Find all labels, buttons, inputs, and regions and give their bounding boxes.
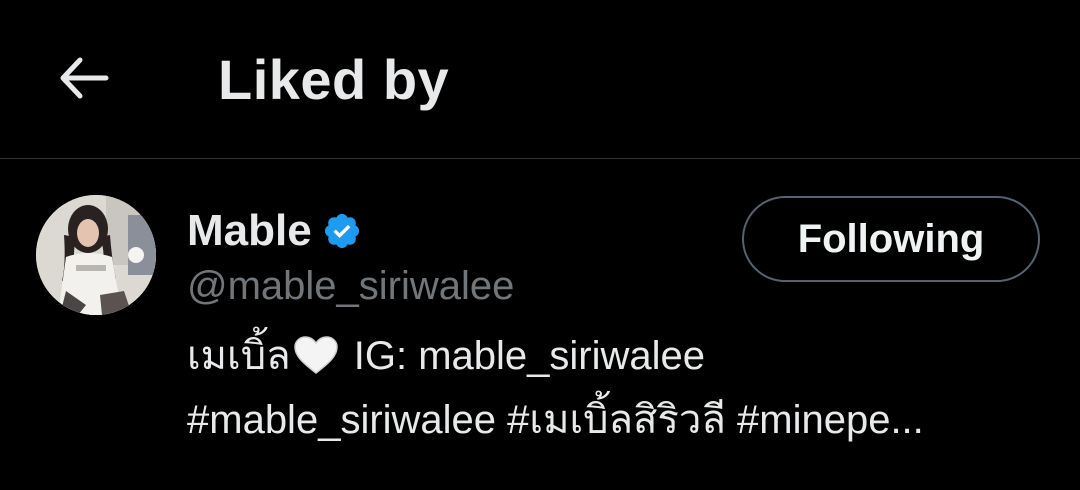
- white-heart-icon: [293, 336, 338, 374]
- name-line: Mable: [187, 204, 362, 258]
- display-name[interactable]: Mable: [187, 206, 312, 256]
- verified-badge-icon: [324, 213, 359, 249]
- user-bio: เมเบิ้ล IG: mable_siriwalee #mable_siriw…: [187, 324, 1047, 452]
- bio-line-2: #mable_siriwalee #เมเบิ้ลสิริวลี #minepe…: [187, 398, 924, 442]
- following-button[interactable]: Following: [742, 196, 1040, 282]
- bio-text: IG: mable_siriwalee: [342, 334, 705, 378]
- back-button[interactable]: [54, 50, 114, 106]
- header-bar: Liked by: [0, 0, 1080, 159]
- avatar-image: [36, 195, 156, 315]
- user-handle: @mable_siriwalee: [187, 264, 515, 308]
- arrow-left-icon: [60, 57, 109, 99]
- user-cell[interactable]: Mable @mable_siriwalee Following เมเบิ้ล…: [0, 159, 1080, 490]
- bio-text: เมเบิ้ล: [187, 334, 291, 378]
- page-title: Liked by: [218, 48, 450, 111]
- avatar[interactable]: [36, 195, 156, 315]
- bio-line-1: เมเบิ้ล IG: mable_siriwalee: [187, 324, 1047, 388]
